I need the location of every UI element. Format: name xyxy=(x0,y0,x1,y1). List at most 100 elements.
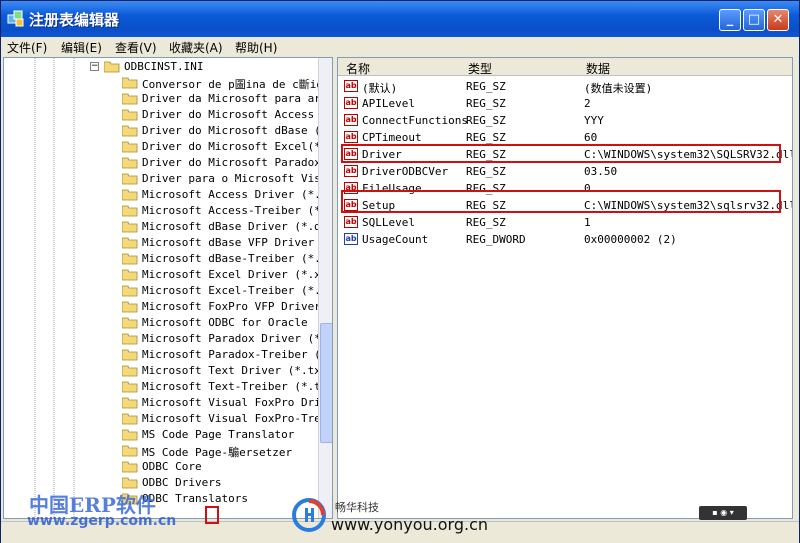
tree-node-label: MS Code Page Translator xyxy=(142,428,295,441)
value-name: CPTimeout xyxy=(362,131,422,144)
tree-node-label: Microsoft ODBC for Oracle xyxy=(142,316,308,329)
string-value-icon: ab xyxy=(344,114,358,126)
menu-bar: 文件(F) 编辑(E) 查看(V) 收藏夹(A) 帮助(H) xyxy=(1,37,799,56)
menu-favorites[interactable]: 收藏夹(A) xyxy=(169,39,223,56)
tree-scroll-thumb[interactable] xyxy=(320,323,332,443)
tree-node-label: Microsoft Text Driver (*.txt; xyxy=(142,364,333,377)
folder-icon xyxy=(122,397,138,409)
close-button[interactable]: ✕ xyxy=(767,9,789,31)
tree-scrollbar[interactable] xyxy=(318,58,332,518)
folder-icon xyxy=(122,93,138,105)
title-bar[interactable]: 注册表编辑器 _ □ ✕ xyxy=(1,1,799,37)
menu-view[interactable]: 查看(V) xyxy=(115,39,157,56)
value-data: 03.50 xyxy=(584,165,618,178)
folder-icon xyxy=(122,445,138,457)
value-type: REG_SZ xyxy=(466,165,506,178)
tree-node-label: Microsoft dBase Driver (*.dbf xyxy=(142,220,333,233)
value-data: YYY xyxy=(584,114,604,127)
collapse-toggle[interactable]: − xyxy=(90,62,99,71)
tree-node-label: Microsoft Paradox-Treiber (*. xyxy=(142,348,333,361)
folder-icon xyxy=(122,205,138,217)
value-data: 60 xyxy=(584,131,598,144)
tree-node-label: MS Code Page-騸ersetzer xyxy=(142,446,293,459)
tree-node-label: Driver do Microsoft Excel(*.x xyxy=(142,140,333,153)
value-type: REG_SZ xyxy=(466,114,506,127)
folder-icon xyxy=(122,237,138,249)
folder-icon xyxy=(122,269,138,281)
folder-icon xyxy=(122,189,138,201)
folder-icon xyxy=(122,157,138,169)
column-header-data[interactable]: 数据 xyxy=(586,60,610,77)
tree-node-label: Microsoft Access Driver (*.md xyxy=(142,188,333,201)
maximize-button[interactable]: □ xyxy=(743,9,765,31)
watermark-yonyou-title: 畅华科技 xyxy=(335,501,379,514)
folder-icon xyxy=(122,253,138,265)
tree-node-label: ODBC Core xyxy=(142,460,202,473)
value-name: ConnectFunctions xyxy=(362,114,468,127)
watermark-yonyou-url: www.yonyou.org.cn xyxy=(331,515,489,534)
values-pane[interactable]: 名称 类型 数据 ab (默认) REG_SZ (数值未设置) ab APILevel RE… xyxy=(337,57,793,519)
menu-help[interactable]: 帮助(H) xyxy=(235,39,277,56)
value-type: REG_DWORD xyxy=(466,233,526,246)
value-data: 0x00000002 (2) xyxy=(584,233,677,246)
tree-node-label: Microsoft Excel Driver (*.xls xyxy=(142,268,333,281)
values-header: 名称 类型 数据 xyxy=(338,58,792,77)
folder-icon xyxy=(122,477,138,489)
tree-node-label: Microsoft Visual FoxPro Drive xyxy=(142,396,333,409)
taskbar-indicator[interactable]: ▪ ◉ ▾ xyxy=(699,506,747,520)
folder-icon xyxy=(122,317,138,329)
folder-icon xyxy=(122,349,138,361)
column-header-name[interactable]: 名称 xyxy=(346,60,370,77)
tree-node-label: Driver do Microsoft dBase (*. xyxy=(142,124,333,137)
string-value-icon: ab xyxy=(344,165,358,177)
value-name: SQLLevel xyxy=(362,216,415,229)
binary-value-icon: ab xyxy=(344,233,358,245)
tree-node-label: Microsoft dBase-Treiber (*.db xyxy=(142,252,333,265)
value-row[interactable]: ab APILevel REG_SZ 2 xyxy=(338,95,792,112)
tree-node-label: ODBCINST.INI xyxy=(124,60,204,73)
tree-node-label: Driver para o Microsoft Visua xyxy=(142,172,333,185)
folder-icon xyxy=(122,429,138,441)
folder-icon xyxy=(122,77,138,89)
driver-highlight-box xyxy=(341,144,781,163)
folder-icon xyxy=(122,301,138,313)
tree-node-label: Conversor de p圖ina de c斷igo xyxy=(142,78,330,91)
value-row[interactable]: ab UsageCount REG_DWORD 0x00000002 (2) xyxy=(338,231,792,248)
tree-node-label: Driver da Microsoft para arqu xyxy=(142,92,333,105)
yonyou-logo-icon xyxy=(292,498,326,532)
string-value-icon: ab xyxy=(344,80,358,92)
value-row[interactable]: ab DriverODBCVer REG_SZ 03.50 xyxy=(338,163,792,180)
value-data: 1 xyxy=(584,216,591,229)
tree-node-label: Driver do Microsoft Paradox xyxy=(142,156,321,169)
value-row[interactable]: ab SQLLevel REG_SZ 1 xyxy=(338,214,792,231)
tree-node-label: Microsoft Excel-Treiber (*.xl xyxy=(142,284,333,297)
value-data: 2 xyxy=(584,97,591,110)
setup-highlight-box xyxy=(341,190,781,213)
menu-edit[interactable]: 编辑(E) xyxy=(61,39,102,56)
value-row[interactable]: ab (默认) REG_SZ (数值未设置) xyxy=(338,78,792,95)
tree-node-label: ODBC Translators xyxy=(142,492,248,505)
minimize-button[interactable]: _ xyxy=(719,9,741,31)
open-folder-icon xyxy=(104,61,120,73)
tree-node-label: Microsoft Visual FoxPro-Treib xyxy=(142,412,333,425)
value-data: (数值未设置) xyxy=(584,82,653,95)
folder-icon xyxy=(122,141,138,153)
value-type: REG_SZ xyxy=(466,97,506,110)
tree-node-label: Microsoft Text-Treiber (*.txt xyxy=(142,380,333,393)
value-type: REG_SZ xyxy=(466,216,506,229)
folder-icon xyxy=(122,173,138,185)
menu-file[interactable]: 文件(F) xyxy=(7,39,47,56)
tree-node-label: Microsoft Access-Treiber (*.m xyxy=(142,204,333,217)
tree-node-label: Microsoft Paradox Driver (*.d xyxy=(142,332,333,345)
key-tree-pane[interactable]: − ODBCINST.INI Conversor de p圖ina de c斷i… xyxy=(3,57,333,519)
folder-icon xyxy=(122,413,138,425)
column-header-type[interactable]: 类型 xyxy=(468,60,492,77)
tree-node-label: ODBC Drivers xyxy=(142,476,222,489)
value-name: DriverODBCVer xyxy=(362,165,449,178)
folder-icon xyxy=(122,365,138,377)
value-row[interactable]: ab ConnectFunctions REG_SZ YYY xyxy=(338,112,792,129)
tree-node-label: Driver do Microsoft Access (* xyxy=(142,108,333,121)
value-name: UsageCount xyxy=(362,233,429,246)
value-name: APILevel xyxy=(362,97,415,110)
string-value-icon: ab xyxy=(344,97,358,109)
